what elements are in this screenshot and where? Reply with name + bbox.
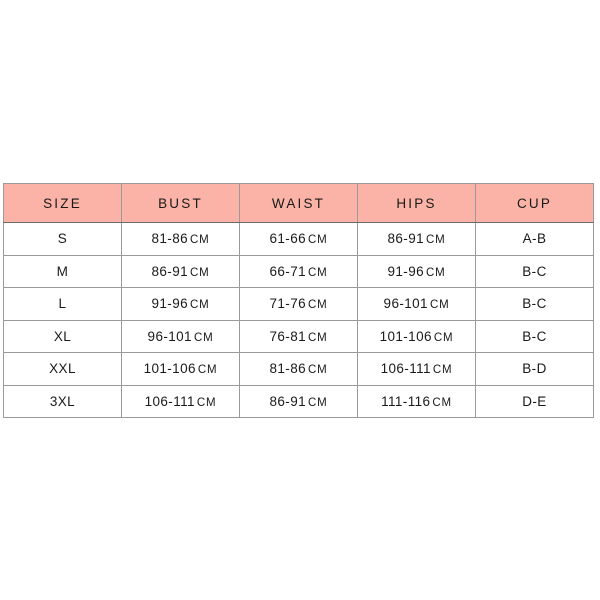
cell-size: L	[3, 287, 122, 321]
unit-hips: CM	[432, 364, 453, 377]
value-bust: 86-91	[151, 263, 189, 279]
cell-cup: B-C	[475, 287, 594, 321]
value-hips: 86-91	[387, 231, 425, 247]
value-waist: 61-66	[269, 231, 307, 247]
cell-cup: B-C	[475, 319, 594, 353]
column-header-bust: BUST	[121, 183, 240, 223]
cell-cup: B-C	[475, 254, 594, 288]
unit-waist: CM	[308, 299, 328, 312]
unit-bust: CM	[197, 364, 218, 377]
unit-waist: CM	[308, 234, 328, 247]
cell-waist: 61-66 CM	[239, 222, 358, 256]
unit-bust: CM	[190, 234, 210, 247]
cell-bust: 106-111 CM	[121, 384, 240, 418]
table-body: S 81-86 CM 61-66 CM 86-91 CM A-B M 86-91 CM …	[3, 222, 594, 418]
header-row: SIZE BUST WAIST HIPS CUP	[3, 183, 594, 223]
cell-bust: 86-91 CM	[121, 254, 240, 288]
cell-hips: 101-106 CM	[357, 319, 476, 353]
cell-waist: 81-86 CM	[239, 352, 358, 386]
cell-size: XXL	[3, 352, 122, 386]
value-waist: 81-86	[269, 361, 307, 377]
table-row: M 86-91 CM 66-71 CM 91-96 CM B-C	[3, 254, 594, 288]
cell-cup: D-E	[475, 384, 594, 418]
table-row: L 91-96 CM 71-76 CM 96-101 CM B-C	[3, 287, 594, 321]
table-row: XL 96-101 CM 76-81 CM 101-106 CM B-C	[3, 319, 594, 353]
cell-hips: 86-91 CM	[357, 222, 476, 256]
unit-bust: CM	[190, 266, 210, 279]
cell-size: XL	[3, 319, 122, 353]
value-waist: 76-81	[269, 328, 307, 344]
cell-size: S	[3, 222, 122, 256]
unit-waist: CM	[308, 396, 328, 409]
unit-hips: CM	[426, 234, 446, 247]
table-header: SIZE BUST WAIST HIPS CUP	[3, 183, 594, 223]
column-header-waist: WAIST	[239, 183, 358, 223]
value-bust: 91-96	[151, 296, 189, 312]
cell-size: 3XL	[3, 384, 122, 418]
cell-cup: B-D	[475, 352, 594, 386]
table-row: 3XL 106-111 CM 86-91 CM 111-116 CM D-E	[3, 384, 594, 418]
cell-bust: 101-106 CM	[121, 352, 240, 386]
unit-hips: CM	[426, 266, 446, 279]
unit-waist: CM	[308, 331, 328, 344]
unit-waist: CM	[308, 266, 328, 279]
column-header-cup: CUP	[475, 183, 594, 223]
value-bust: 106-111	[144, 393, 195, 409]
cell-bust: 81-86 CM	[121, 222, 240, 256]
size-chart-table: SIZE BUST WAIST HIPS CUP S 81-86 CM 61-66…	[3, 183, 594, 418]
value-hips: 101-106	[379, 328, 432, 344]
cell-hips: 91-96 CM	[357, 254, 476, 288]
column-header-hips: HIPS	[357, 183, 476, 223]
value-hips: 106-111	[380, 361, 431, 377]
table-row: S 81-86 CM 61-66 CM 86-91 CM A-B	[3, 222, 594, 256]
unit-hips: CM	[432, 396, 452, 409]
size-chart-container: SIZE BUST WAIST HIPS CUP S 81-86 CM 61-66…	[3, 183, 594, 418]
cell-waist: 71-76 CM	[239, 287, 358, 321]
column-header-size: SIZE	[3, 183, 122, 223]
unit-bust: CM	[196, 396, 217, 409]
value-bust: 101-106	[143, 361, 196, 377]
cell-hips: 106-111 CM	[357, 352, 476, 386]
value-bust: 81-86	[151, 231, 189, 247]
cell-size: M	[3, 254, 122, 288]
unit-bust: CM	[190, 299, 210, 312]
cell-waist: 86-91 CM	[239, 384, 358, 418]
table-row: XXL 101-106 CM 81-86 CM 106-111 CM B-D	[3, 352, 594, 386]
cell-waist: 76-81 CM	[239, 319, 358, 353]
unit-hips: CM	[433, 331, 454, 344]
value-waist: 71-76	[269, 296, 307, 312]
unit-bust: CM	[193, 331, 214, 344]
value-waist: 66-71	[269, 263, 307, 279]
value-bust: 96-101	[147, 328, 192, 344]
value-waist: 86-91	[269, 393, 307, 409]
value-hips: 91-96	[387, 263, 425, 279]
unit-hips: CM	[429, 299, 450, 312]
value-hips: 96-101	[383, 296, 428, 312]
cell-hips: 96-101 CM	[357, 287, 476, 321]
cell-bust: 91-96 CM	[121, 287, 240, 321]
unit-waist: CM	[308, 364, 328, 377]
cell-cup: A-B	[475, 222, 594, 256]
cell-bust: 96-101 CM	[121, 319, 240, 353]
cell-waist: 66-71 CM	[239, 254, 358, 288]
value-hips: 111-116	[381, 393, 431, 409]
cell-hips: 111-116 CM	[357, 384, 476, 418]
